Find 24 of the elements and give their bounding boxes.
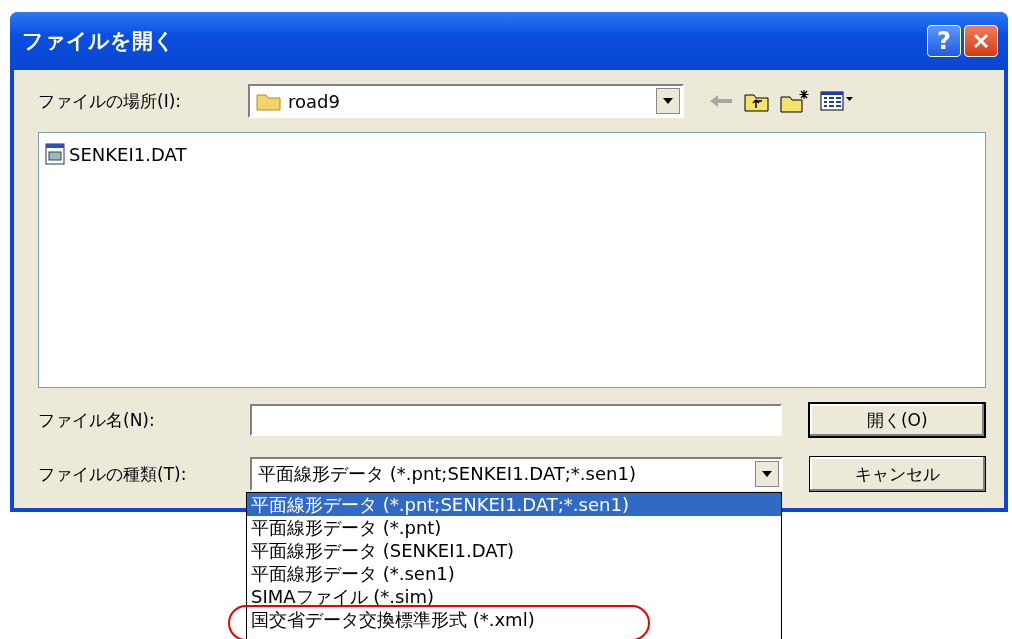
- location-dropdown[interactable]: road9: [248, 84, 684, 118]
- view-menu-icon[interactable]: [820, 90, 854, 112]
- file-name-field[interactable]: [250, 404, 783, 436]
- file-type-option[interactable]: 平面線形データ (*.pnt;SENKEI1.DAT;*.sen1): [247, 493, 781, 516]
- close-button[interactable]: [964, 25, 998, 57]
- window-title: ファイルを開く: [22, 28, 175, 55]
- file-icon: [45, 143, 65, 165]
- file-type-option[interactable]: 平面線形データ (SENKEI1.DAT): [247, 539, 781, 562]
- file-type-option[interactable]: 国交省データ交換標準形式 (*.xml): [247, 608, 781, 631]
- file-item[interactable]: SENKEI1.DAT: [45, 143, 187, 165]
- file-name: SENKEI1.DAT: [69, 143, 187, 165]
- help-button[interactable]: ?: [927, 25, 961, 57]
- file-type-option[interactable]: 平面線形データ (*.sen1): [247, 562, 781, 585]
- file-type-label: ファイルの種類(T):: [38, 462, 188, 486]
- open-button[interactable]: 開く(O): [808, 402, 986, 438]
- location-label: ファイルの場所(I):: [38, 89, 182, 113]
- file-type-option[interactable]: SIMAファイル (*.sim): [247, 585, 781, 608]
- cancel-button[interactable]: キャンセル: [808, 456, 986, 492]
- folder-icon: [256, 91, 282, 111]
- file-type-option[interactable]: 平面線形データ (*.pnt): [247, 516, 781, 539]
- file-type-dropdown[interactable]: 平面線形データ (*.pnt;SENKEI1.DAT;*.sen1): [250, 457, 783, 491]
- close-icon: [972, 32, 990, 50]
- new-folder-icon[interactable]: [780, 89, 810, 113]
- file-name-label: ファイル名(N):: [38, 408, 156, 432]
